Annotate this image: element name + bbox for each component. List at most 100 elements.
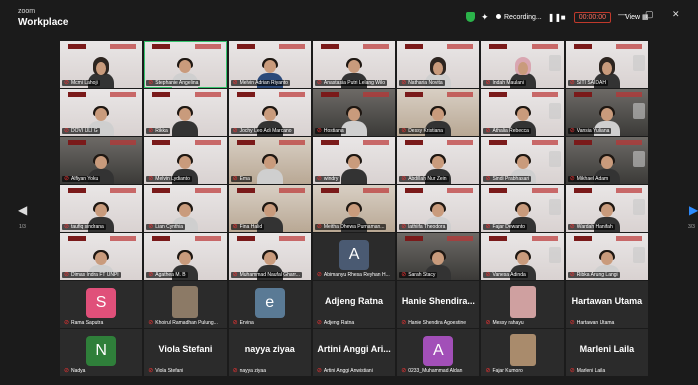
logo-badge [548,55,561,71]
participant-tile[interactable]: e ⊘ Ervina [228,281,311,328]
participant-tile[interactable]: ⊘ Stephanie Angelina [144,41,227,88]
participant-name-label: ⊘ Anastasia Putri Lelang Wilo [314,79,388,86]
participant-name-label: ⊘ Khoirul Ramadhan Pulung... [146,320,220,326]
participant-name-label: ⊘ Vansia Yuliana [567,127,612,134]
participant-name: Adjeng Ratna [323,319,355,326]
sparkle-icon[interactable]: ✦ [481,12,490,22]
participant-tile[interactable]: ⊘ Messy rahayu [481,281,564,328]
avatar: A [423,336,454,366]
participant-tile[interactable]: ⊘ Lian Cynthia [144,185,227,232]
participant-tile[interactable]: ⊘ Abdillah Nur Zein [397,137,480,184]
event-banner [397,139,479,147]
logo-badge [633,103,646,119]
participant-tile[interactable]: ⊘ Wardah Hanifah [565,185,649,232]
participant-tile[interactable]: ⊘ Vansia Yuliana [565,89,649,136]
participant-tile[interactable]: ⊘ Jochy Leo Adi Marcano [228,89,311,136]
pause-icon[interactable]: ❚❚ [548,13,561,21]
participant-name: Sindi Prabhasari [492,175,530,182]
avatar [509,334,536,366]
participant-tile[interactable]: S ⊘ Rama Saputra [60,281,143,328]
participant-tile[interactable]: A ⊘ 0233_Muhammad Aldan [397,329,480,376]
participant-name-label: ⊘ windry [314,175,341,182]
participant-tile[interactable]: ⊘ Natharia Novita [397,41,480,88]
participant-tile[interactable]: ⊘ Dimas Indra FT UNPI [60,233,143,280]
shield-icon[interactable] [466,12,475,22]
participant-tile[interactable]: N ⊘ Nadya [60,329,143,376]
participant-tile[interactable]: Artini Anggi Ari... ⊘ Artini Anggi Anwisti… [312,329,396,376]
participant-name: Alfiyan Yoku [71,175,99,182]
participant-tile[interactable]: ⊘ Hostiana [312,89,396,136]
mic-muted-icon: ⊘ [316,79,322,86]
participant-name: DOVI ULI G [71,127,98,134]
participant-tile[interactable]: Hartawan Utama ⊘ Hartawan Utama [565,281,649,328]
participant-name: Lian Cynthia [155,223,184,230]
mic-muted-icon: ⊘ [485,223,491,230]
participant-tile[interactable]: Hanie Shendira... ⊘ Hanie Shendira Agoesti… [397,281,480,328]
participant-tile[interactable]: ⊘ Fina Halid [228,185,311,232]
participant-tile[interactable]: ⊘ DOVI ULI G [60,89,143,136]
mic-muted-icon: ⊘ [64,223,70,230]
participant-name: Dessy Kristiana [408,127,443,134]
mic-muted-icon: ⊘ [485,319,491,326]
chevron-left-icon[interactable]: ◀ [18,203,27,217]
participant-tile[interactable]: ⊘ Khoirul Ramadhan Pulung... [144,281,227,328]
event-banner [60,91,142,99]
mic-muted-icon: ⊘ [64,175,70,182]
participant-tile[interactable]: ⊘ SITI SAIDAH [565,41,649,88]
participant-tile[interactable]: ⊘ Alfiyan Yoku [60,137,143,184]
participant-name-label: ⊘ Natharia Novita [399,79,445,86]
stop-icon[interactable]: ■ [561,13,568,21]
participant-name: Hartawan Utama [576,319,615,326]
participant-tile[interactable]: ⊘ Meitha Dhewa Purnaman... [312,185,396,232]
minimize-button[interactable]: — [618,9,627,19]
participant-name-label: ⊘ Artini Anggi Anwistiani [315,368,375,374]
mic-muted-icon: ⊘ [316,127,322,134]
participant-tile[interactable]: ⊘ Sindi Prabhasari [481,137,564,184]
participant-tile[interactable]: Marleni Laila ⊘ Marleni Laila [565,329,649,376]
chevron-right-icon[interactable]: ▶ [689,203,698,217]
mic-muted-icon: ⊘ [401,367,407,374]
participant-tile[interactable]: ⊘ Mcmi Lahoji [60,41,143,88]
participant-tile[interactable]: ⊘ Muhammad Naufal Gharr... [228,233,311,280]
participant-video [341,153,368,184]
participant-tile[interactable]: ⊘ lathiifa Theodora [397,185,480,232]
participant-tile[interactable]: ⊘ Vanesa Adinda [481,233,564,280]
maximize-button[interactable]: ▢ [645,9,654,20]
participant-tile[interactable]: ⊘ taufiq sindrana [60,185,143,232]
participant-name: Marleni Laila [576,367,606,374]
mic-muted-icon: ⊘ [148,175,154,182]
participant-tile[interactable]: ⊘ Dessy Kristiana [397,89,480,136]
participant-tile[interactable]: ⊘ Mikhael Adam [565,137,649,184]
participant-tile[interactable]: ⊘ Athalia Rebecca [481,89,564,136]
participant-tile[interactable]: ⊘ Indah Maulani [481,41,564,88]
recording-indicator[interactable]: Recording... [496,13,542,21]
participant-tile[interactable]: ⊘ Sarah Stacy [397,233,480,280]
mic-muted-icon: ⊘ [569,79,575,86]
event-banner [481,187,563,195]
participant-tile[interactable]: ⊘ Rikka [144,89,227,136]
participant-tile[interactable]: Adjeng Ratna ⊘ Adjeng Ratna [312,281,396,328]
participant-name-label: ⊘ Lian Cynthia [146,223,186,230]
participant-tile[interactable]: ⊘ Fajar Dewanto [481,185,564,232]
close-button[interactable]: ✕ [672,9,680,20]
participant-tile[interactable]: ⊘ Fajar Kumoro [481,329,564,376]
event-banner [481,91,563,99]
participant-tile[interactable]: nayya ziyaa ⊘ nayya ziyaa [228,329,311,376]
participant-tile[interactable]: ⊘ Melvin Lydianto [144,137,227,184]
mic-muted-icon: ⊘ [232,223,238,230]
participant-tile[interactable]: ⊘ Anastasia Putri Lelang Wilo [312,41,396,88]
participant-tile[interactable]: Viola Stefani ⊘ Viola Stefani [144,329,227,376]
participant-tile[interactable]: ⊘ windry [312,137,396,184]
participant-tile[interactable]: ⊘ Melvin Adrian Riyanto [228,41,311,88]
event-banner [566,91,648,99]
participant-name-label: ⊘ nayya ziyaa [231,368,268,374]
recording-timer[interactable]: 00:00:00 [573,11,611,23]
participant-tile[interactable]: ⊘ Ema [228,137,311,184]
participant-tile[interactable]: ⊘ Agathea M. B [144,233,227,280]
participant-name-label: ⊘ Mcmi Lahoji [62,79,100,86]
participant-name: Khoirul Ramadhan Pulung... [155,319,218,326]
participant-tile[interactable]: ⊘ Ribka Arung Langi [565,233,649,280]
event-banner [566,139,648,147]
mic-muted-icon: ⊘ [401,127,407,134]
participant-tile[interactable]: A ⊘ Abimanyu Rhesa Reyhan H... [312,233,396,280]
